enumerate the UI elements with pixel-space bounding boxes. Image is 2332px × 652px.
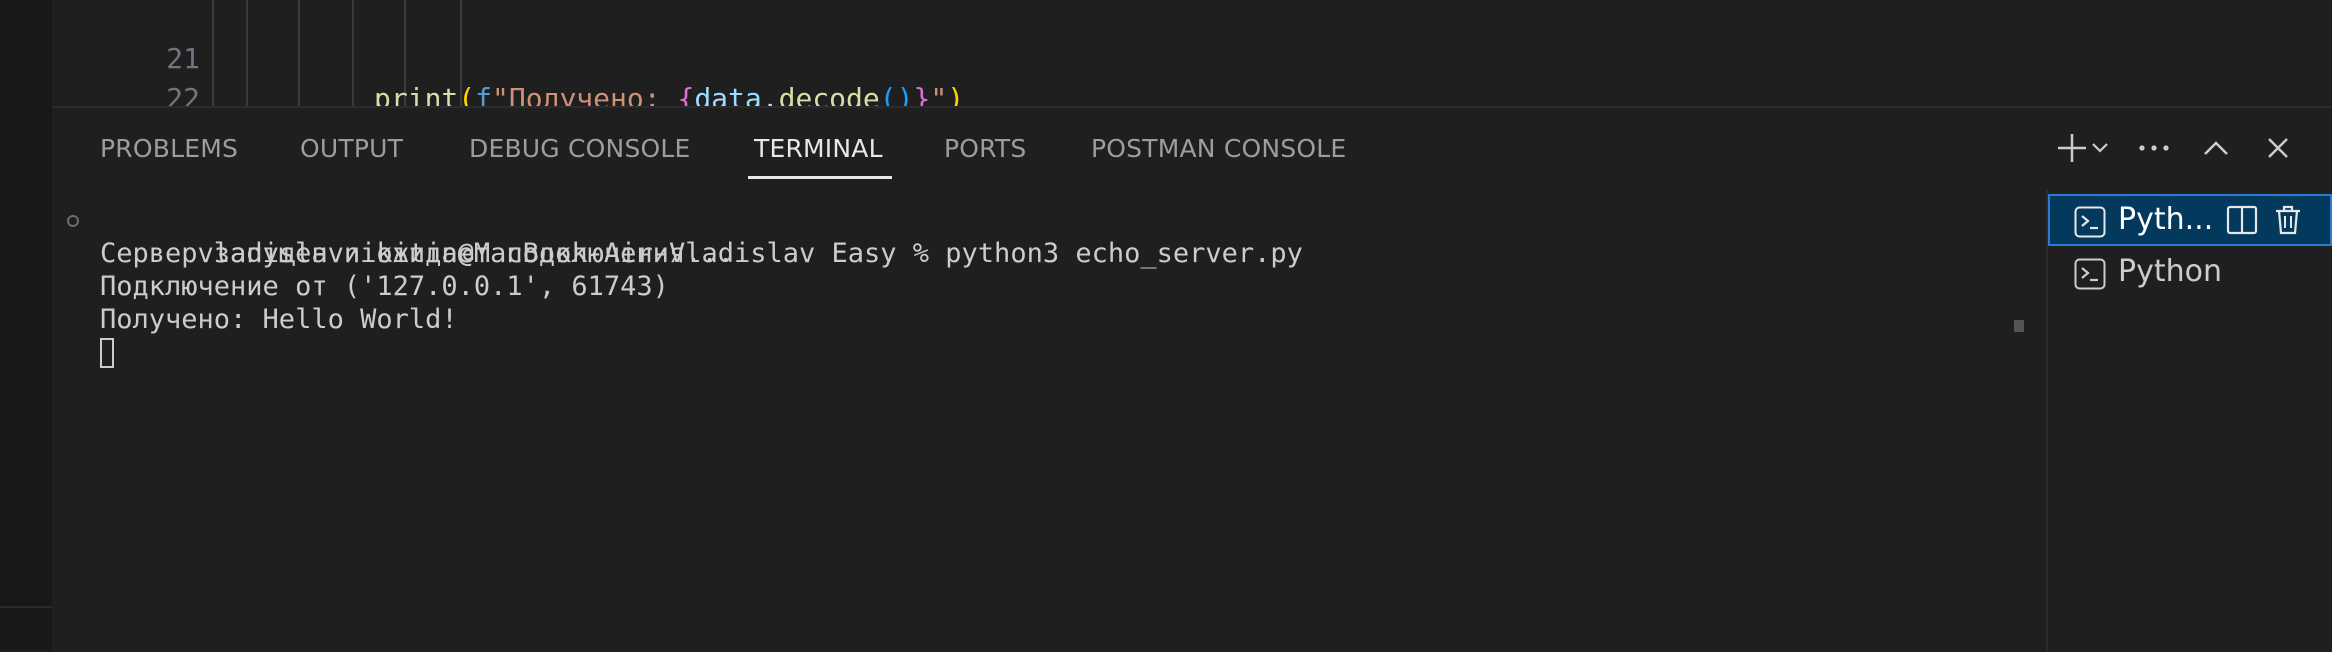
code-line-22[interactable]: 22 connection.sendall(data) # Отправка д…: [52, 39, 2332, 106]
terminal-line: Получено: Hello World!: [100, 304, 458, 335]
panel-tabs: PROBLEMS OUTPUT DEBUG CONSOLE TERMINAL P…: [52, 108, 1952, 184]
chevron-down-icon[interactable]: [2086, 128, 2114, 168]
terminal-scrollbar[interactable]: [2014, 320, 2024, 332]
code-editor[interactable]: 21 print(f"Получено: {data.decode()}") 2…: [52, 0, 2332, 106]
tab-ports[interactable]: PORTS: [944, 134, 1026, 163]
terminal-icon: [2074, 206, 2106, 246]
tab-output[interactable]: OUTPUT: [300, 134, 403, 163]
close-icon[interactable]: [2258, 128, 2298, 168]
terminal-line: Подключение от ('127.0.0.1', 61743): [100, 271, 669, 302]
terminal-instance-name: Pyth...: [2118, 202, 2214, 237]
terminal-icon: [2074, 258, 2106, 298]
tab-debug-console[interactable]: DEBUG CONSOLE: [469, 134, 691, 163]
terminal-instance-name: Python: [2118, 254, 2222, 289]
code-line-21[interactable]: 21 print(f"Получено: {data.decode()}"): [52, 0, 2332, 106]
tab-problems[interactable]: PROBLEMS: [100, 134, 238, 163]
terminal-cursor: [100, 338, 114, 368]
more-icon[interactable]: [2134, 128, 2174, 168]
terminal-output[interactable]: vladislavnikitin@MacBook-Air-Vladislav E…: [52, 204, 2024, 644]
terminal-instance-python-1[interactable]: Pyth...: [2048, 194, 2332, 246]
trash-icon[interactable]: [2272, 204, 2304, 244]
activity-bar-divider: [0, 606, 52, 608]
activity-bar: [0, 0, 52, 650]
chevron-up-icon[interactable]: [2196, 128, 2236, 168]
code-line-23[interactable]: 23 else:: [52, 82, 2332, 106]
split-terminal-icon[interactable]: [2226, 204, 2258, 244]
tab-terminal[interactable]: TERMINAL: [754, 134, 883, 163]
bottom-panel: PROBLEMS OUTPUT DEBUG CONSOLE TERMINAL P…: [52, 106, 2332, 652]
active-tab-indicator: [748, 176, 892, 179]
tab-postman-console[interactable]: POSTMAN CONSOLE: [1091, 134, 1346, 163]
terminal-line: Сервер запущен и ожидает подключения...: [100, 238, 734, 269]
command-status-icon[interactable]: [67, 215, 79, 227]
terminal-instance-python-2[interactable]: Python: [2048, 246, 2332, 298]
terminal-instance-list: Pyth... Python: [2048, 194, 2332, 298]
panel-actions: [2052, 128, 2332, 172]
